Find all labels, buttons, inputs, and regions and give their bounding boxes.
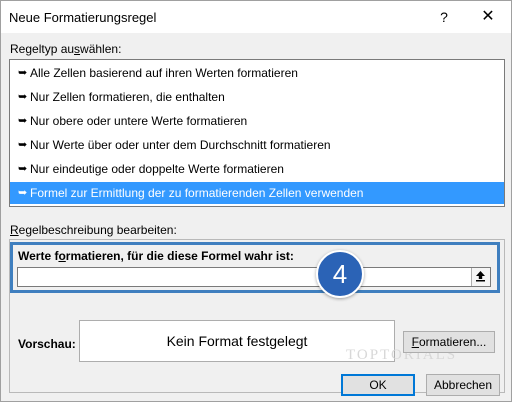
arrow-icon: ➥ [18,187,28,199]
formula-label: Werte formatieren, für die diese Formel … [18,249,294,263]
arrow-icon: ➥ [18,67,28,79]
window-title: Neue Formatierungsregel [9,10,157,25]
rule-description-label: Regelbeschreibung bearbeiten: [10,223,177,237]
formula-input[interactable] [17,267,491,287]
step-number-badge: 4 [316,250,364,298]
rule-type-item-label: Nur Zellen formatieren, die enthalten [30,90,225,104]
rule-type-label: Regeltyp auswählen: [10,42,122,56]
preview-label: Vorschau: [18,337,76,351]
rule-type-item-above-below-average[interactable]: ➥ Nur Werte über oder unter dem Durchsch… [10,134,504,156]
rule-type-item-label: Nur Werte über oder unter dem Durchschni… [30,138,331,152]
rule-type-item-all-cells[interactable]: ➥ Alle Zellen basierend auf ihren Werten… [10,62,504,84]
arrow-icon: ➥ [18,115,28,127]
rule-type-item-label: Alle Zellen basierend auf ihren Werten f… [30,66,298,80]
rule-type-list[interactable]: ➥ Alle Zellen basierend auf ihren Werten… [9,59,505,207]
rule-type-item-top-bottom[interactable]: ➥ Nur obere oder untere Werte formatiere… [10,110,504,132]
ok-button[interactable]: OK [341,374,415,396]
rule-type-item-label: Nur obere oder untere Werte formatieren [30,114,248,128]
collapse-dialog-button[interactable] [471,268,490,286]
format-button[interactable]: Formatieren... [403,331,495,353]
help-button[interactable]: ? [431,5,457,29]
title-bar: Neue Formatierungsregel ? ✕ [1,1,511,33]
rule-type-item-contains[interactable]: ➥ Nur Zellen formatieren, die enthalten [10,86,504,108]
new-formatting-rule-dialog: Neue Formatierungsregel ? ✕ Regeltyp aus… [0,0,512,402]
arrow-icon: ➥ [18,163,28,175]
upload-arrow-icon [476,271,485,282]
rule-type-item-label: Formel zur Ermittlung der zu formatieren… [30,186,364,200]
close-button[interactable]: ✕ [475,5,501,29]
rule-type-item-use-formula[interactable]: ➥ Formel zur Ermittlung der zu formatier… [10,182,504,204]
rule-type-item-unique-duplicate[interactable]: ➥ Nur eindeutige oder doppelte Werte for… [10,158,504,180]
arrow-icon: ➥ [18,139,28,151]
rule-type-item-label: Nur eindeutige oder doppelte Werte forma… [30,162,284,176]
arrow-icon: ➥ [18,91,28,103]
cancel-button[interactable]: Abbrechen [426,374,500,396]
